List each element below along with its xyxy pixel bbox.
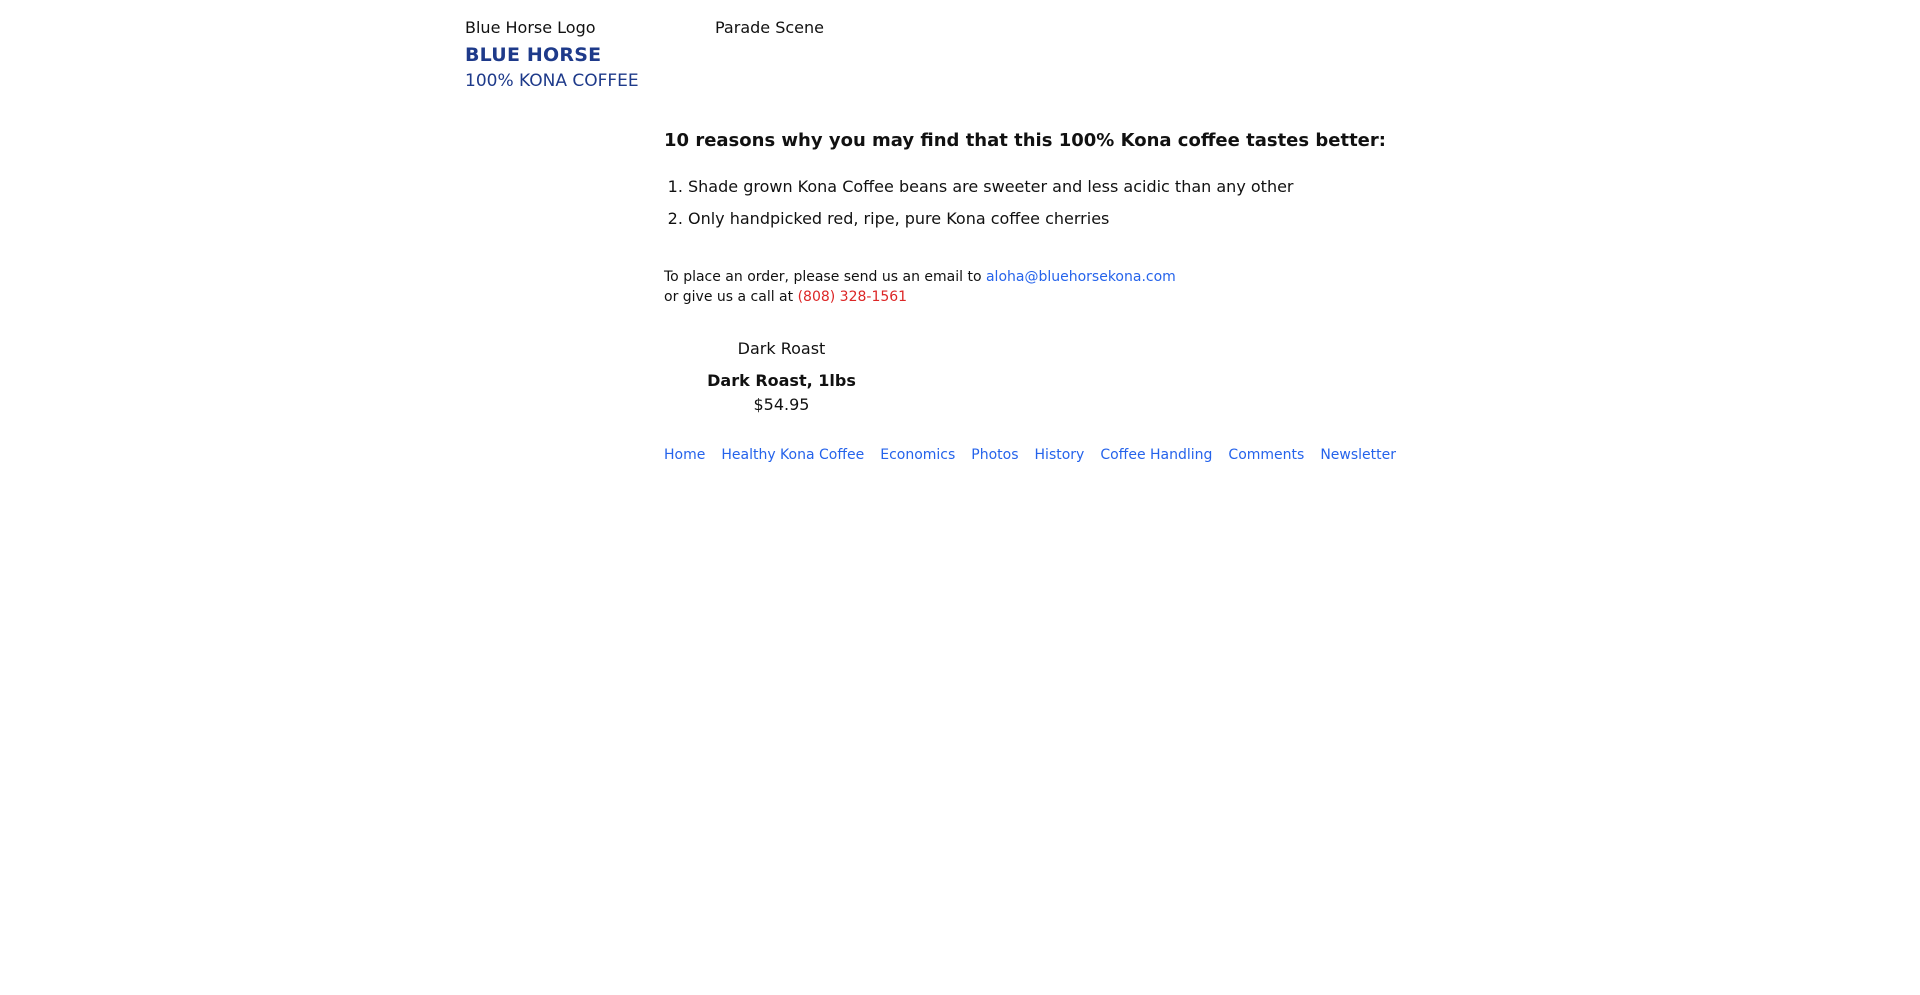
reasons-list: Shade grown Kona Coffee beans are sweete… bbox=[664, 171, 1424, 235]
reason-item: Only handpicked red, ripe, pure Kona cof… bbox=[688, 203, 1424, 235]
brand-subtitle: 100% KONA COFFEE bbox=[465, 71, 639, 91]
email-link[interactable]: aloha@bluehorsekona.com bbox=[986, 269, 1176, 285]
footer-link-healthy-kona-coffee[interactable]: Healthy Kona Coffee bbox=[721, 447, 864, 463]
footer-link-history[interactable]: History bbox=[1035, 447, 1085, 463]
footer-nav: Home Healthy Kona Coffee Economics Photo… bbox=[664, 447, 1424, 463]
footer-link-home[interactable]: Home bbox=[664, 447, 705, 463]
order-info: To place an order, please send us an ema… bbox=[664, 267, 1424, 307]
blue-horse-logo-image[interactable]: Blue Horse Logo bbox=[465, 18, 596, 37]
product-name: Dark Roast, 1lbs bbox=[707, 371, 856, 390]
footer-link-photos[interactable]: Photos bbox=[971, 447, 1018, 463]
product-price: $54.95 bbox=[753, 395, 810, 414]
order-email-line: To place an order, please send us an ema… bbox=[664, 267, 1424, 287]
product-image[interactable]: Dark Roast bbox=[664, 337, 899, 361]
brand-name: BLUE HORSE bbox=[465, 44, 602, 66]
order-email-prefix: To place an order, please send us an ema… bbox=[664, 269, 982, 285]
footer-link-newsletter[interactable]: Newsletter bbox=[1320, 447, 1396, 463]
order-phone-prefix: or give us a call at bbox=[664, 289, 794, 305]
reasons-heading: 10 reasons why you may find that this 10… bbox=[664, 130, 1386, 151]
page: Blue Horse Logo Parade Scene BLUE HORSE … bbox=[0, 0, 1920, 995]
footer-link-economics[interactable]: Economics bbox=[880, 447, 955, 463]
parade-scene-image: Parade Scene bbox=[715, 18, 824, 37]
phone-link[interactable]: (808) 328-1561 bbox=[798, 289, 908, 305]
footer-link-coffee-handling[interactable]: Coffee Handling bbox=[1100, 447, 1212, 463]
footer-link-comments[interactable]: Comments bbox=[1228, 447, 1304, 463]
main-content: 10 reasons why you may find that this 10… bbox=[664, 130, 1424, 463]
order-phone-line: or give us a call at (808) 328-1561 bbox=[664, 287, 1424, 307]
reason-item: Shade grown Kona Coffee beans are sweete… bbox=[688, 171, 1424, 203]
product-card: Dark Roast Dark Roast, 1lbs $54.95 bbox=[664, 337, 899, 417]
